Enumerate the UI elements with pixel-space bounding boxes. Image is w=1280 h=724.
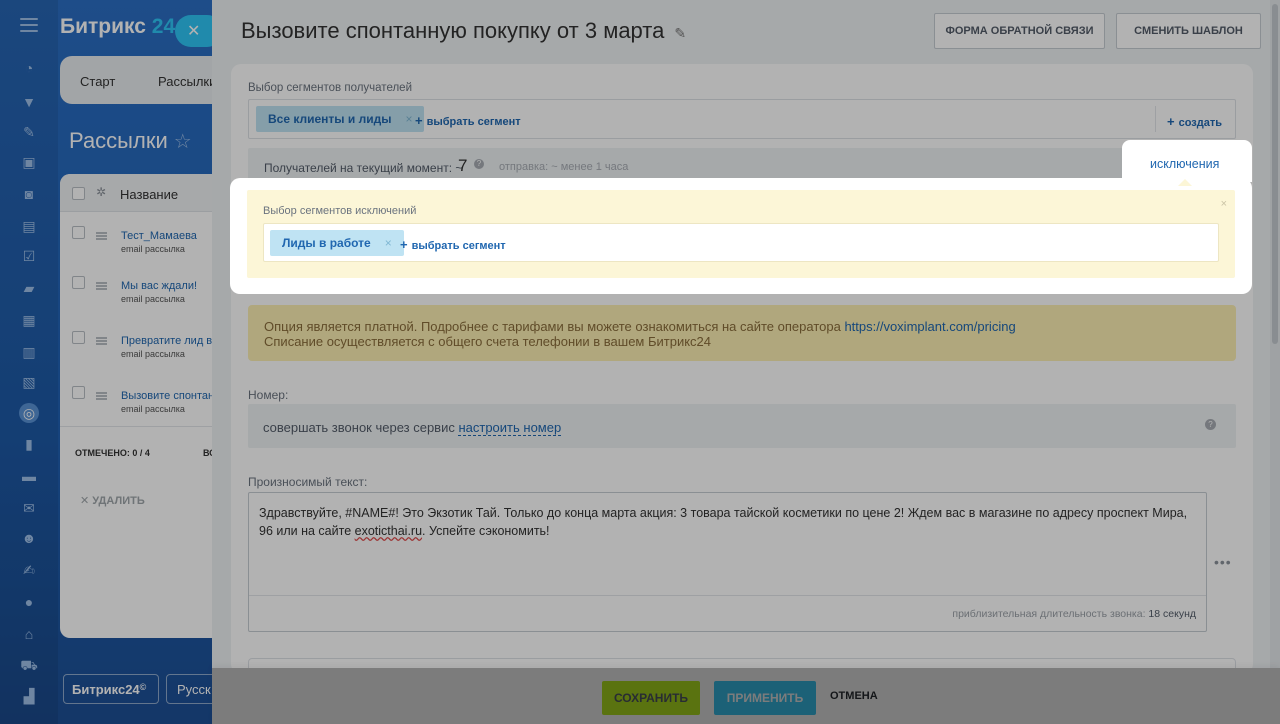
select-segment-link[interactable]: + выбрать сегмент xyxy=(400,237,506,252)
plus-icon: + xyxy=(400,237,408,252)
exclusions-tab: исключения xyxy=(1122,140,1252,182)
modal-overlay xyxy=(0,0,1280,724)
exclusion-segments-field[interactable]: Лиды в работе × + выбрать сегмент xyxy=(263,223,1219,262)
segment-chip-label: Лиды в работе xyxy=(282,236,371,250)
exclusions-panel: Выбор сегментов исключений × Лиды в рабо… xyxy=(247,190,1235,278)
exclusions-link[interactable]: исключения xyxy=(1150,157,1219,171)
exclusions-caret xyxy=(1178,179,1192,186)
exclusions-title: Выбор сегментов исключений xyxy=(263,205,417,217)
close-icon[interactable]: × xyxy=(1221,198,1227,210)
select-segment-label: выбрать сегмент xyxy=(411,240,506,252)
exclusions-popup: Выбор сегментов исключений × Лиды в рабо… xyxy=(230,178,1252,294)
remove-segment-icon[interactable]: × xyxy=(385,236,392,250)
segment-chip-leads[interactable]: Лиды в работе × xyxy=(270,230,404,256)
